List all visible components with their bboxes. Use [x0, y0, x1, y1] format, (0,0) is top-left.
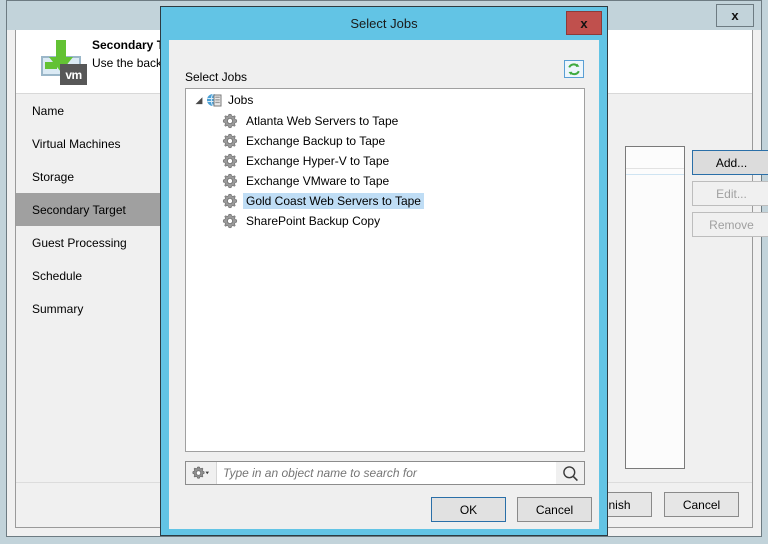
ok-button[interactable]: OK: [431, 497, 506, 522]
secondary-target-list[interactable]: [625, 146, 685, 469]
search-input[interactable]: [217, 465, 556, 481]
magnifier-icon[interactable]: [556, 462, 584, 484]
sidebar-item-schedule[interactable]: Schedule: [16, 259, 174, 292]
sidebar-item-guest-processing[interactable]: Guest Processing: [16, 226, 174, 259]
dialog-cancel-button[interactable]: Cancel: [517, 497, 592, 522]
tree-item-job[interactable]: Exchange Backup to Tape: [186, 131, 584, 151]
tree-item-job[interactable]: SharePoint Backup Copy: [186, 211, 584, 231]
gear-icon: [222, 173, 238, 189]
vm-backup-arrow-icon: vm: [38, 38, 88, 86]
tree-item-job[interactable]: Exchange Hyper-V to Tape: [186, 151, 584, 171]
list-item[interactable]: [626, 174, 684, 175]
remove-button-label: Remove: [709, 218, 754, 232]
tree-item-label: Exchange Backup to Tape: [243, 133, 388, 149]
edit-button-label: Edit...: [716, 187, 747, 201]
sidebar-item-label: Secondary Target: [32, 203, 126, 217]
gear-icon: [222, 133, 238, 149]
dialog-cancel-button-label: Cancel: [536, 503, 573, 517]
wizard-cancel-button-label: Cancel: [683, 498, 720, 512]
tree-item-job[interactable]: Atlanta Web Servers to Tape: [186, 111, 584, 131]
gear-icon: [222, 153, 238, 169]
gear-dropdown-icon[interactable]: [186, 462, 217, 484]
dialog-body: Select Jobs ◢: [169, 40, 599, 529]
wizard-step-sidebar: Name Virtual Machines Storage Secondary …: [16, 94, 174, 483]
list-column-header: [626, 147, 684, 169]
sidebar-item-secondary-target[interactable]: Secondary Target: [16, 193, 174, 226]
chevron-expand-icon[interactable]: ◢: [192, 93, 206, 107]
jobs-tree[interactable]: ◢ Jobs: [185, 88, 585, 452]
dialog-close-button[interactable]: x: [566, 11, 602, 35]
wizard-close-button[interactable]: x: [716, 4, 754, 27]
tree-item-label: Gold Coast Web Servers to Tape: [243, 193, 424, 209]
dialog-title: Select Jobs: [161, 7, 607, 40]
edit-button: Edit...: [692, 181, 768, 206]
tree-item-label: Exchange VMware to Tape: [243, 173, 392, 189]
add-button[interactable]: Add...: [692, 150, 768, 175]
sidebar-item-name[interactable]: Name: [16, 94, 174, 127]
remove-button: Remove: [692, 212, 768, 237]
screen-root: x vm Secondary Target Use the backup eff…: [0, 0, 768, 544]
tree-item-job[interactable]: Exchange VMware to Tape: [186, 171, 584, 191]
sidebar-item-label: Schedule: [32, 269, 82, 283]
gear-icon: [222, 193, 238, 209]
jobs-server-icon: [206, 92, 223, 108]
add-button-label: Add...: [716, 156, 747, 170]
tree-item-label: Atlanta Web Servers to Tape: [243, 113, 401, 129]
sidebar-item-virtual-machines[interactable]: Virtual Machines: [16, 127, 174, 160]
sidebar-item-label: Guest Processing: [32, 236, 127, 250]
wizard-cancel-button[interactable]: Cancel: [664, 492, 739, 517]
tree-item-label: Exchange Hyper-V to Tape: [243, 153, 392, 169]
tree-item-label: SharePoint Backup Copy: [243, 213, 383, 229]
select-jobs-label: Select Jobs: [185, 70, 247, 84]
refresh-icon[interactable]: [564, 60, 584, 78]
vm-badge-label: vm: [60, 64, 87, 85]
search-bar[interactable]: [185, 461, 585, 485]
sidebar-item-label: Name: [32, 104, 64, 118]
sidebar-item-label: Summary: [32, 302, 83, 316]
sidebar-item-summary[interactable]: Summary: [16, 292, 174, 325]
ok-button-label: OK: [460, 503, 477, 517]
dialog-title-bar: Select Jobs x: [161, 7, 607, 40]
gear-icon: [222, 113, 238, 129]
sidebar-item-storage[interactable]: Storage: [16, 160, 174, 193]
select-jobs-dialog: Select Jobs x Select Jobs ◢: [160, 6, 608, 536]
sidebar-item-label: Storage: [32, 170, 74, 184]
gear-icon: [222, 213, 238, 229]
sidebar-item-label: Virtual Machines: [32, 137, 121, 151]
tree-item-job-selected[interactable]: Gold Coast Web Servers to Tape: [186, 191, 584, 211]
tree-root-jobs[interactable]: ◢ Jobs: [186, 89, 584, 111]
tree-root-label: Jobs: [228, 93, 253, 107]
